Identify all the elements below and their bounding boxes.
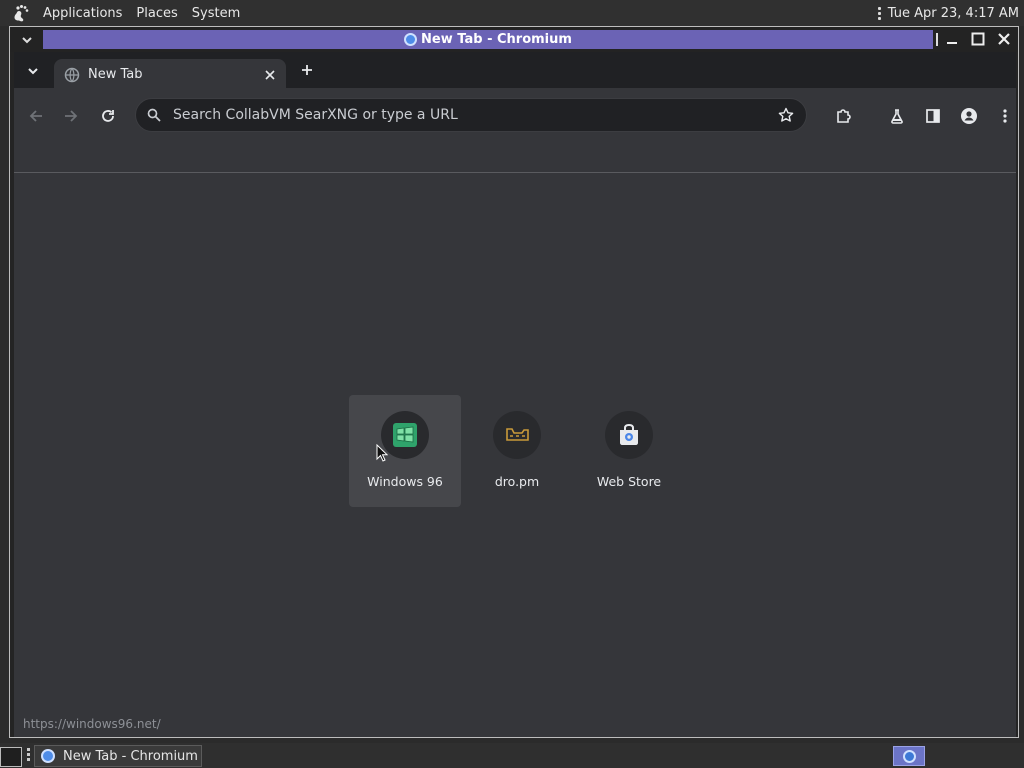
side-panel-button[interactable] [922, 105, 944, 127]
back-button[interactable] [25, 105, 47, 127]
new-tab-page: Windows 96 dro.pm Web Store https://wind… [14, 173, 1016, 737]
reload-icon [102, 110, 114, 122]
close-button[interactable] [994, 29, 1014, 49]
status-bubble-url: https://windows96.net/ [23, 717, 161, 731]
labs-button[interactable] [886, 105, 908, 127]
kebab-menu-icon [1003, 109, 1007, 123]
tab-search-button[interactable] [22, 60, 44, 82]
shortcut-icon-circle [493, 411, 541, 459]
globe-icon [64, 67, 80, 82]
forward-button[interactable] [60, 105, 82, 127]
omnibox-placeholder[interactable]: Search CollabVM SearXNG or type a URL [173, 107, 776, 123]
chromium-icon [902, 749, 916, 763]
bookmark-star-icon[interactable] [776, 105, 796, 125]
shortcut-label: dro.pm [494, 474, 540, 489]
shortcut-icon-circle [381, 411, 429, 459]
shortcut-windows-96[interactable]: Windows 96 [349, 395, 461, 507]
browser-toolbar: Search CollabVM SearXNG or type a URL [14, 88, 1016, 141]
chromium-icon [41, 749, 55, 763]
maximize-button[interactable] [968, 29, 988, 49]
menu-applications[interactable]: Applications [36, 0, 129, 26]
tab-new-tab[interactable]: New Tab [54, 59, 286, 90]
browser-window: New Tab - Chromium New Tab Search Collab… [9, 26, 1019, 738]
forward-arrow-icon [65, 110, 78, 122]
omnibox[interactable]: Search CollabVM SearXNG or type a URL [135, 98, 807, 132]
shortcut-icon-circle [605, 411, 653, 459]
window-menu-button[interactable] [18, 31, 36, 49]
flask-icon [891, 109, 903, 124]
bookmark-bar [14, 141, 1016, 173]
side-panel-icon [926, 109, 940, 123]
workspace-switcher[interactable] [893, 746, 925, 766]
shortcut-web-store[interactable]: Web Store [573, 395, 685, 507]
profile-button[interactable] [958, 105, 980, 127]
extensions-button[interactable] [833, 105, 855, 127]
clock[interactable]: Tue Apr 23, 4:17 AM [888, 6, 1019, 21]
shortcut-dro-pm[interactable]: dro.pm [461, 395, 573, 507]
tab-close-icon[interactable] [262, 67, 278, 83]
chromium-icon [404, 33, 418, 46]
menu-system[interactable]: System [185, 0, 247, 26]
panel-handle-icon [27, 748, 31, 764]
minimize-button[interactable] [942, 29, 962, 49]
bottom-panel: New Tab - Chromium [0, 743, 1024, 768]
windows96-icon [393, 423, 417, 447]
menu-button[interactable] [994, 105, 1016, 127]
top-panel: Applications Places System Tue Apr 23, 4… [0, 0, 1024, 26]
puzzle-icon [837, 109, 851, 123]
gnome-foot-icon[interactable] [10, 2, 32, 24]
tab-strip: New Tab [14, 52, 1016, 90]
new-tab-button[interactable] [298, 61, 316, 79]
title-divider [936, 33, 938, 46]
dropm-icon [506, 428, 529, 441]
search-icon [147, 108, 161, 122]
window-title-bar: New Tab - Chromium [43, 30, 933, 49]
taskbar-item-chromium[interactable]: New Tab - Chromium [34, 745, 202, 767]
shortcut-label: Windows 96 [367, 474, 443, 489]
window-title: New Tab - Chromium [421, 32, 572, 47]
show-desktop-button[interactable] [0, 747, 22, 767]
titlebar[interactable]: New Tab - Chromium [10, 27, 1018, 52]
web-store-icon [620, 423, 638, 445]
tab-title: New Tab [88, 67, 143, 82]
shortcut-label: Web Store [596, 474, 662, 489]
taskbar-item-label: New Tab - Chromium [63, 748, 198, 764]
mouse-cursor-icon [376, 444, 388, 462]
menu-places[interactable]: Places [129, 0, 184, 26]
profile-icon [961, 108, 977, 124]
back-arrow-icon [29, 110, 42, 122]
reload-button[interactable] [97, 105, 119, 127]
panel-handle-icon [877, 6, 881, 20]
